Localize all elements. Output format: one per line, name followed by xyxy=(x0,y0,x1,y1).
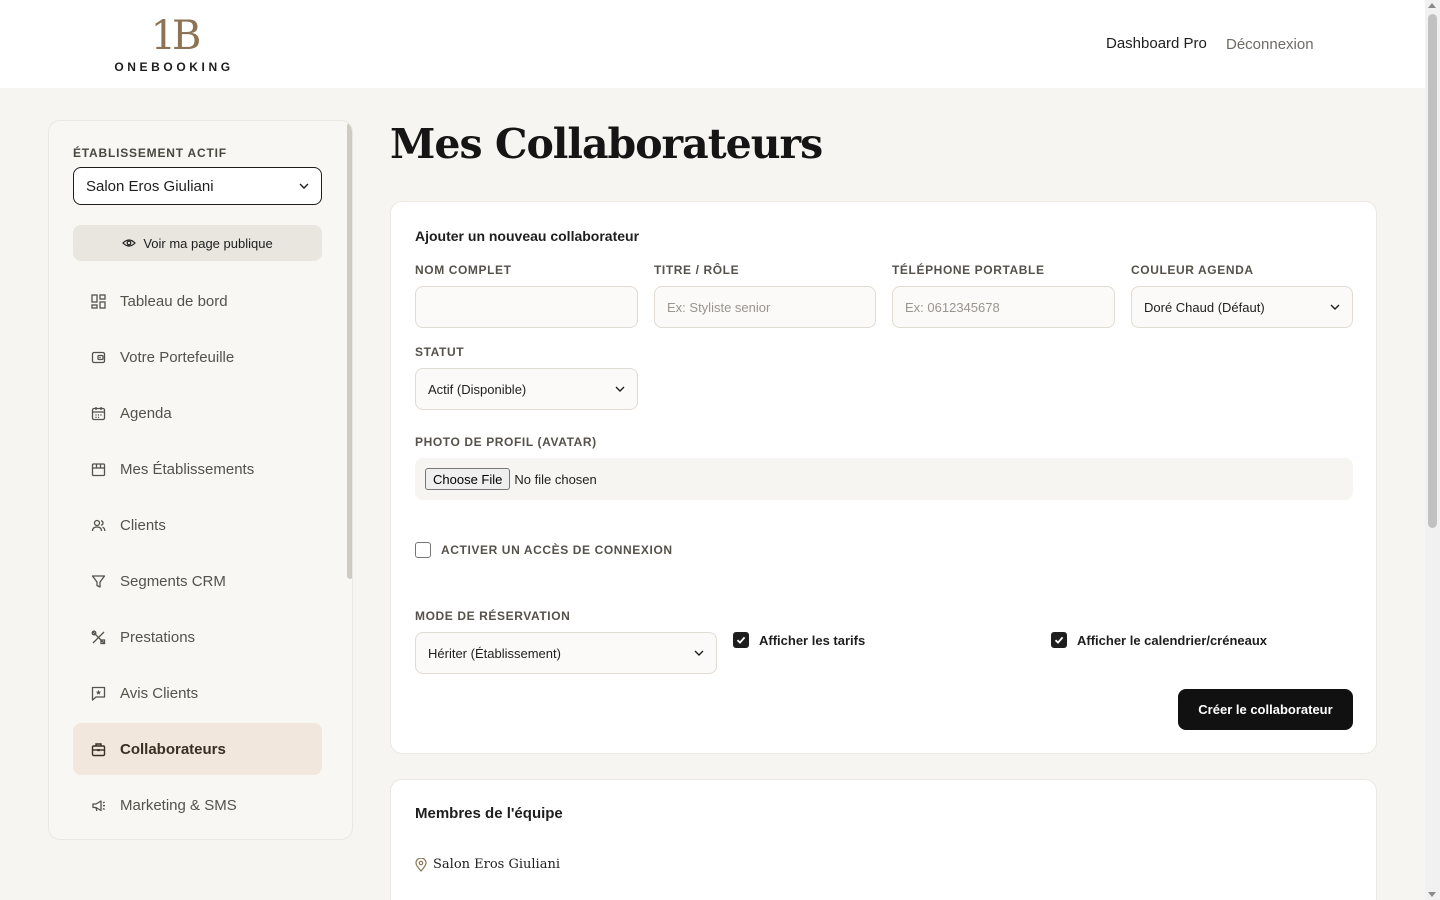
phone-label: TÉLÉPHONE PORTABLE xyxy=(892,263,1045,277)
sidebar-item-label: Prestations xyxy=(120,628,196,646)
review-icon xyxy=(91,686,106,701)
sidebar-item-agenda[interactable]: Agenda xyxy=(73,387,322,439)
sidebar-menu: Tableau de bord Votre Portefeuille Agend… xyxy=(73,275,322,835)
sidebar-item-label: Clients xyxy=(120,516,166,534)
show-calendar-checkbox[interactable] xyxy=(1051,632,1067,648)
sidebar-item-label: Segments CRM xyxy=(120,572,226,590)
show-prices-checkbox[interactable] xyxy=(733,632,749,648)
sidebar-item-segments[interactable]: Segments CRM xyxy=(73,555,322,607)
team-title: Membres de l'équipe xyxy=(415,805,563,822)
scrollbar-thumb[interactable] xyxy=(1428,14,1437,528)
create-collaborator-button[interactable]: Créer le collaborateur xyxy=(1178,689,1353,730)
chevron-down-icon xyxy=(694,650,704,656)
booking-mode-label: MODE DE RÉSERVATION xyxy=(415,609,571,623)
sidebar-item-services[interactable]: Prestations xyxy=(73,611,322,663)
sidebar-item-marketing[interactable]: Marketing & SMS xyxy=(73,779,322,831)
avatar-file-input[interactable]: Choose File No file chosen xyxy=(415,458,1353,500)
sidebar-item-reviews[interactable]: Avis Clients xyxy=(73,667,322,719)
nav-dashboard-link[interactable]: Dashboard Pro xyxy=(1106,35,1207,52)
scroll-up-arrow-icon[interactable] xyxy=(1428,3,1436,8)
show-prices-row: Afficher les tarifs xyxy=(733,632,865,648)
team-members-card: Membres de l'équipe Salon Eros Giuliani xyxy=(390,779,1377,900)
booking-mode-value: Hériter (Établissement) xyxy=(428,645,561,661)
sidebar-item-label: Marketing & SMS xyxy=(120,796,237,814)
public-page-label: Voir ma page publique xyxy=(143,235,273,251)
show-prices-label: Afficher les tarifs xyxy=(759,632,866,648)
filter-icon xyxy=(91,574,106,588)
users-icon xyxy=(91,519,106,531)
establishment-select-value: Salon Eros Giuliani xyxy=(86,177,214,195)
role-input-placeholder: Ex: Styliste senior xyxy=(667,299,771,315)
name-input[interactable] xyxy=(415,286,638,328)
calendar-icon xyxy=(91,406,106,420)
sidebar-item-label: Collaborateurs xyxy=(120,740,226,758)
establishment-select[interactable]: Salon Eros Giuliani xyxy=(73,167,322,205)
file-status: No file chosen xyxy=(514,471,597,487)
color-select-value: Doré Chaud (Défaut) xyxy=(1144,299,1265,315)
checkmark-icon xyxy=(736,636,746,644)
tools-icon xyxy=(91,630,106,644)
sidebar-item-establishments[interactable]: Mes Établissements xyxy=(73,443,322,495)
role-input[interactable]: Ex: Styliste senior xyxy=(654,286,876,328)
form-title: Ajouter un nouveau collaborateur xyxy=(415,228,640,244)
top-header: 1B ONEBOOKING Dashboard Pro Déconnexion xyxy=(0,0,1425,88)
color-label: COULEUR AGENDA xyxy=(1131,263,1254,277)
sidebar-item-dashboard[interactable]: Tableau de bord xyxy=(73,275,322,327)
logo[interactable]: 1B ONEBOOKING xyxy=(112,14,236,74)
login-access-row: ACTIVER UN ACCÈS DE CONNEXION xyxy=(415,542,673,558)
sidebar-item-label: Mes Établissements xyxy=(120,460,255,478)
sidebar-item-wallet[interactable]: Votre Portefeuille xyxy=(73,331,322,383)
phone-input[interactable]: Ex: 0612345678 xyxy=(892,286,1115,328)
booking-mode-select[interactable]: Hériter (Établissement) xyxy=(415,632,717,674)
choose-file-button[interactable]: Choose File xyxy=(425,468,511,490)
sidebar-item-clients[interactable]: Clients xyxy=(73,499,322,551)
photo-label: PHOTO DE PROFIL (AVATAR) xyxy=(415,435,597,449)
team-location: Salon Eros Giuliani xyxy=(415,857,560,872)
status-select[interactable]: Actif (Disponible) xyxy=(415,368,638,410)
add-collaborator-card: Ajouter un nouveau collaborateur NOM COM… xyxy=(390,201,1377,754)
chevron-down-icon xyxy=(1330,304,1340,310)
sidebar-item-collaborators[interactable]: Collaborateurs xyxy=(73,723,322,775)
logo-mark: 1B xyxy=(150,13,202,59)
sidebar: ÉTABLISSEMENT ACTIF Salon Eros Giuliani … xyxy=(48,120,353,840)
show-calendar-row: Afficher le calendrier/créneaux xyxy=(1051,632,1267,648)
chevron-down-icon xyxy=(615,386,625,392)
status-label: STATUT xyxy=(415,345,465,359)
scroll-down-arrow-icon[interactable] xyxy=(1428,892,1436,897)
store-icon xyxy=(91,462,106,476)
briefcase-icon xyxy=(91,742,106,756)
chevron-down-icon xyxy=(299,183,309,189)
megaphone-icon xyxy=(92,799,105,811)
name-label: NOM COMPLET xyxy=(415,263,512,277)
sidebar-item-label: Tableau de bord xyxy=(120,292,228,310)
public-page-button[interactable]: Voir ma page publique xyxy=(73,225,322,261)
sidebar-item-label: Votre Portefeuille xyxy=(120,348,235,366)
page-title: Mes Collaborateurs xyxy=(390,120,823,168)
role-label: TITRE / RÔLE xyxy=(654,263,740,277)
sidebar-item-label: Avis Clients xyxy=(120,684,199,702)
logo-text: ONEBOOKING xyxy=(114,60,234,74)
team-location-name: Salon Eros Giuliani xyxy=(433,857,560,872)
phone-input-placeholder: Ex: 0612345678 xyxy=(905,299,1000,315)
sidebar-scrollbar[interactable] xyxy=(347,123,352,579)
nav-logout-link[interactable]: Déconnexion xyxy=(1226,36,1314,53)
sidebar-item-label: Agenda xyxy=(120,404,172,422)
show-calendar-label: Afficher le calendrier/créneaux xyxy=(1077,632,1268,648)
color-select[interactable]: Doré Chaud (Défaut) xyxy=(1131,286,1353,328)
login-access-label: ACTIVER UN ACCÈS DE CONNEXION xyxy=(441,543,673,557)
page-scrollbar[interactable] xyxy=(1425,0,1440,900)
map-pin-icon xyxy=(415,857,427,872)
eye-icon xyxy=(122,239,137,247)
status-select-value: Actif (Disponible) xyxy=(428,381,527,397)
wallet-icon xyxy=(91,351,106,363)
checkmark-icon xyxy=(1054,636,1064,644)
dashboard-icon xyxy=(91,293,106,309)
login-access-checkbox[interactable] xyxy=(415,542,431,558)
establishment-label: ÉTABLISSEMENT ACTIF xyxy=(73,146,227,160)
